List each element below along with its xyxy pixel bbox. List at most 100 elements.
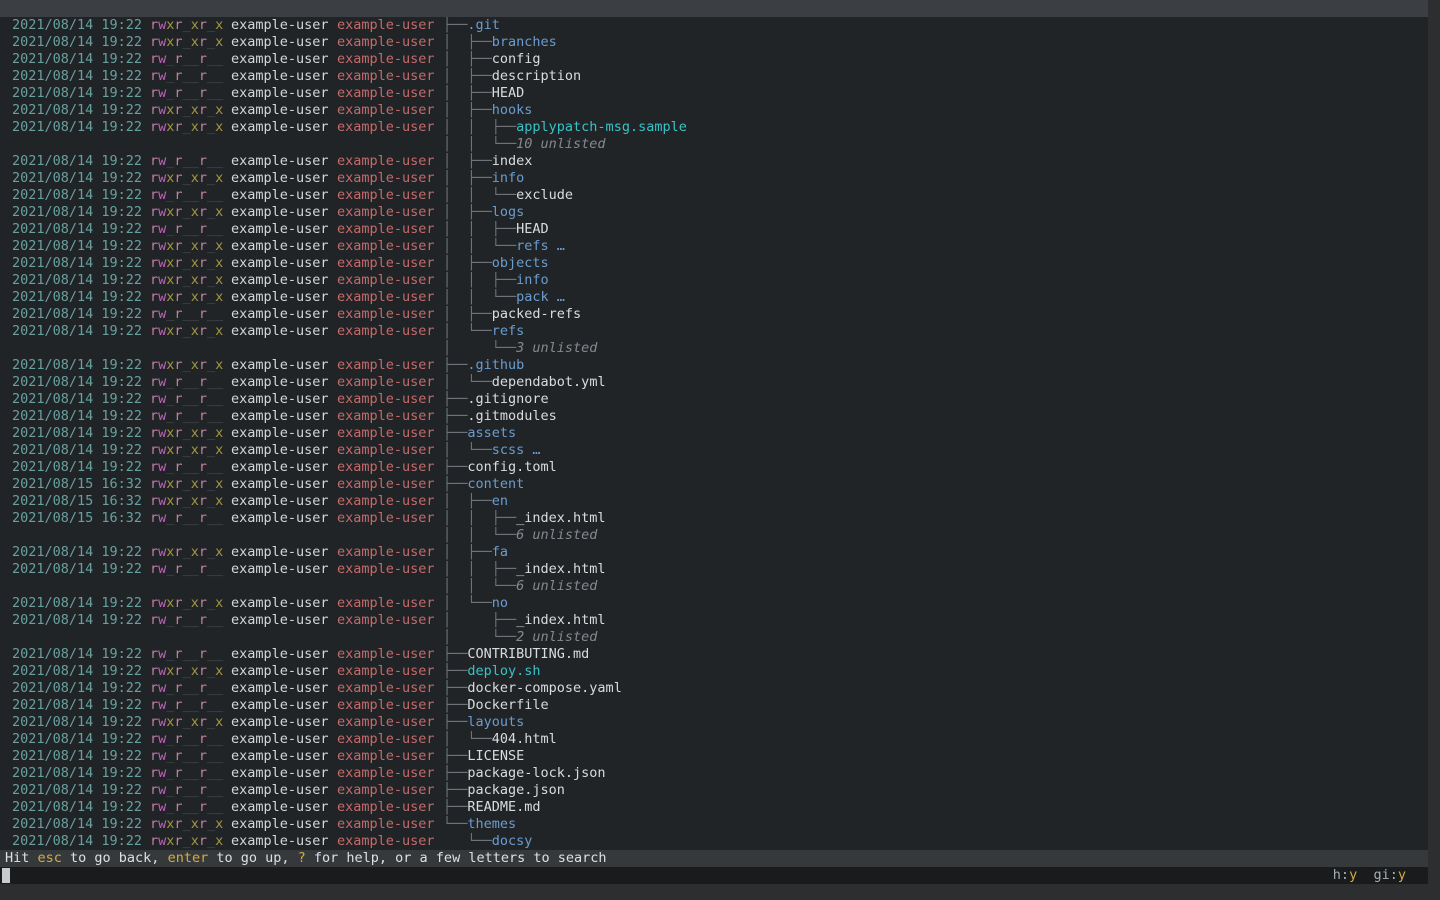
- tree-row[interactable]: 2021/08/14 19:22rwxr_xr_xexample-userexa…: [0, 833, 1428, 850]
- entry-name[interactable]: themes: [467, 816, 516, 832]
- tree-row[interactable]: 2021/08/14 19:22rw_r__r__example-userexa…: [0, 51, 1428, 68]
- tree-row[interactable]: 2021/08/14 19:22rw_r__r__example-userexa…: [0, 153, 1428, 170]
- entry-name[interactable]: dependabot.yml: [492, 374, 606, 390]
- entry-name[interactable]: index: [492, 153, 533, 169]
- entry-name[interactable]: 404.html: [492, 731, 557, 747]
- tree-row[interactable]: 2021/08/14 19:22rwxr_xr_xexample-userexa…: [0, 816, 1428, 833]
- tree-row[interactable]: 2021/08/14 19:22rwxr_xr_xexample-userexa…: [0, 714, 1428, 731]
- tree-row[interactable]: 2021/08/14 19:22rw_r__r__example-userexa…: [0, 459, 1428, 476]
- entry-name[interactable]: _index.html: [516, 510, 605, 526]
- entry-name[interactable]: logs: [492, 204, 525, 220]
- tree-row[interactable]: 2021/08/14 19:22rw_r__r__example-userexa…: [0, 646, 1428, 663]
- tree-row[interactable]: 2021/08/14 19:22rw_r__r__example-userexa…: [0, 306, 1428, 323]
- entry-name[interactable]: refs …: [516, 238, 565, 254]
- tree-row[interactable]: 2021/08/14 19:22rw_r__r__example-userexa…: [0, 799, 1428, 816]
- tree-row[interactable]: 2021/08/14 19:22rw_r__r__example-userexa…: [0, 731, 1428, 748]
- tree-row[interactable]: 2021/08/14 19:22rwxr_xr_xexample-userexa…: [0, 102, 1428, 119]
- entry-name[interactable]: .github: [467, 357, 524, 373]
- tree-row[interactable]: 2021/08/14 19:22rwxr_xr_xexample-userexa…: [0, 119, 1428, 136]
- entry-name[interactable]: scss …: [492, 442, 541, 458]
- tree-row[interactable]: 2021/08/14 19:22rwxr_xr_xexample-userexa…: [0, 425, 1428, 442]
- tree-row[interactable]: 2021/08/14 19:22rwxr_xr_xexample-userexa…: [0, 34, 1428, 51]
- tree-row[interactable]: │ └──2 unlisted: [0, 629, 1428, 646]
- entry-name[interactable]: README.md: [467, 799, 540, 815]
- entry-name[interactable]: deploy.sh: [467, 663, 540, 679]
- entry-name[interactable]: HEAD: [516, 221, 549, 237]
- tree-row[interactable]: 2021/08/14 19:22rw_r__r__example-userexa…: [0, 391, 1428, 408]
- entry-name[interactable]: en: [492, 493, 508, 509]
- tree-row[interactable]: 2021/08/14 19:22rw_r__r__example-userexa…: [0, 68, 1428, 85]
- entry-name[interactable]: packed-refs: [492, 306, 581, 322]
- tree-row[interactable]: 2021/08/14 19:22rwxr_xr_xexample-userexa…: [0, 255, 1428, 272]
- tree-row[interactable]: │ └──3 unlisted: [0, 340, 1428, 357]
- owner-user: example-user: [231, 221, 337, 238]
- tree-row[interactable]: 2021/08/14 19:22rw_r__r__example-userexa…: [0, 221, 1428, 238]
- tree-row[interactable]: 2021/08/14 19:22rwxr_xr_xexample-userexa…: [0, 204, 1428, 221]
- tree-row[interactable]: 2021/08/14 19:22rwxr_xr_xexample-userexa…: [0, 272, 1428, 289]
- entry-name[interactable]: _index.html: [516, 612, 605, 628]
- owner-user: example-user: [231, 476, 337, 493]
- entry-name[interactable]: HEAD: [492, 85, 525, 101]
- tree-row[interactable]: 2021/08/14 19:22rw_r__r__example-userexa…: [0, 561, 1428, 578]
- owner-user: example-user: [231, 323, 337, 340]
- entry-name[interactable]: CONTRIBUTING.md: [467, 646, 589, 662]
- entry-name[interactable]: refs: [492, 323, 525, 339]
- entry-name[interactable]: description: [492, 68, 581, 84]
- tree-row[interactable]: 2021/08/14 19:22rwxr_xr_xexample-userexa…: [0, 17, 1428, 34]
- entry-name[interactable]: config: [492, 51, 541, 67]
- tree-row[interactable]: 2021/08/14 19:22rwxr_xr_xexample-userexa…: [0, 663, 1428, 680]
- tree-row[interactable]: 2021/08/14 19:22rw_r__r__example-userexa…: [0, 697, 1428, 714]
- entry-name[interactable]: fa: [492, 544, 508, 560]
- tree-branch-lines: │ ├──: [443, 68, 492, 84]
- tree-row[interactable]: 2021/08/14 19:22rwxr_xr_xexample-userexa…: [0, 357, 1428, 374]
- entry-name[interactable]: hooks: [492, 102, 533, 118]
- search-input-line[interactable]: h:y gi:y: [0, 867, 1428, 884]
- entry-name[interactable]: docsy: [492, 833, 533, 849]
- tree-row[interactable]: 2021/08/14 19:22rwxr_xr_xexample-userexa…: [0, 323, 1428, 340]
- tree-row[interactable]: │ │ └──6 unlisted: [0, 527, 1428, 544]
- entry-name[interactable]: .gitmodules: [467, 408, 556, 424]
- tree-row[interactable]: 2021/08/14 19:22rw_r__r__example-userexa…: [0, 85, 1428, 102]
- tree-row[interactable]: 2021/08/14 19:22rwxr_xr_xexample-userexa…: [0, 595, 1428, 612]
- entry-name[interactable]: content: [467, 476, 524, 492]
- entry-name[interactable]: pack …: [516, 289, 565, 305]
- tree-row[interactable]: 2021/08/14 19:22rw_r__r__example-userexa…: [0, 374, 1428, 391]
- entry-name[interactable]: exclude: [516, 187, 573, 203]
- tree-row[interactable]: 2021/08/14 19:22rwxr_xr_xexample-userexa…: [0, 442, 1428, 459]
- entry-name[interactable]: .gitignore: [467, 391, 548, 407]
- entry-name[interactable]: applypatch-msg.sample: [516, 119, 687, 135]
- tree-row[interactable]: 2021/08/14 19:22rwxr_xr_xexample-userexa…: [0, 238, 1428, 255]
- entry-name[interactable]: package.json: [467, 782, 565, 798]
- entry-name[interactable]: config.toml: [467, 459, 556, 475]
- entry-name[interactable]: objects: [492, 255, 549, 271]
- tree-row[interactable]: 2021/08/14 19:22rw_r__r__example-userexa…: [0, 782, 1428, 799]
- entry-name[interactable]: no: [492, 595, 508, 611]
- tree-row[interactable]: │ │ └──6 unlisted: [0, 578, 1428, 595]
- tree-row[interactable]: 2021/08/14 19:22rw_r__r__example-userexa…: [0, 765, 1428, 782]
- entry-name[interactable]: package-lock.json: [467, 765, 605, 781]
- tree-row[interactable]: 2021/08/14 19:22rwxr_xr_xexample-userexa…: [0, 289, 1428, 306]
- tree-row[interactable]: 2021/08/14 19:22rw_r__r__example-userexa…: [0, 748, 1428, 765]
- entry-name[interactable]: assets: [467, 425, 516, 441]
- tree-row[interactable]: 2021/08/15 16:32rw_r__r__example-userexa…: [0, 510, 1428, 527]
- tree-row[interactable]: 2021/08/15 16:32rwxr_xr_xexample-userexa…: [0, 476, 1428, 493]
- tree-row[interactable]: 2021/08/14 19:22rwxr_xr_xexample-userexa…: [0, 544, 1428, 561]
- entry-name[interactable]: info: [516, 272, 549, 288]
- tree-row[interactable]: 2021/08/14 19:22rw_r__r__example-userexa…: [0, 612, 1428, 629]
- entry-name[interactable]: branches: [492, 34, 557, 50]
- entry-name[interactable]: info: [492, 170, 525, 186]
- tree-row[interactable]: 2021/08/14 19:22rw_r__r__example-userexa…: [0, 408, 1428, 425]
- entry-name[interactable]: _index.html: [516, 561, 605, 577]
- entry-name[interactable]: layouts: [467, 714, 524, 730]
- tree-row[interactable]: 2021/08/14 19:22rw_r__r__example-userexa…: [0, 680, 1428, 697]
- tree-row[interactable]: │ │ └──10 unlisted: [0, 136, 1428, 153]
- key-hint: enter: [168, 850, 209, 866]
- entry-name[interactable]: .git: [467, 17, 500, 33]
- entry-name[interactable]: Dockerfile: [467, 697, 548, 713]
- permissions: [150, 629, 231, 646]
- entry-name[interactable]: LICENSE: [467, 748, 524, 764]
- tree-row[interactable]: 2021/08/14 19:22rwxr_xr_xexample-userexa…: [0, 170, 1428, 187]
- tree-row[interactable]: 2021/08/15 16:32rwxr_xr_xexample-userexa…: [0, 493, 1428, 510]
- tree-row[interactable]: 2021/08/14 19:22rw_r__r__example-userexa…: [0, 187, 1428, 204]
- entry-name[interactable]: docker-compose.yaml: [467, 680, 621, 696]
